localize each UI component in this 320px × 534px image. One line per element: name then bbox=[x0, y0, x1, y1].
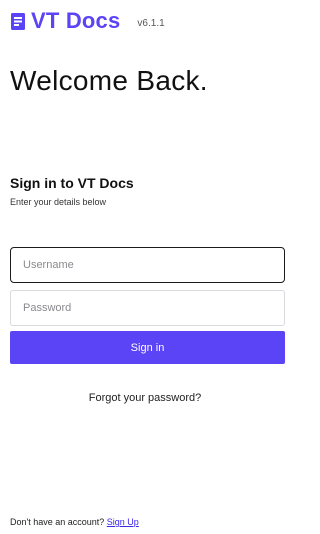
app-version: v6.1.1 bbox=[137, 17, 165, 29]
signin-subtitle: Enter your details below bbox=[10, 197, 107, 207]
signup-row: Don't have an account? Sign Up bbox=[10, 517, 139, 528]
signup-prompt: Don't have an account? bbox=[10, 517, 107, 527]
brand-header: VT Docs v6.1.1 bbox=[11, 9, 165, 33]
sign-in-button[interactable]: Sign in bbox=[10, 331, 285, 364]
document-icon bbox=[11, 12, 25, 30]
sign-up-link[interactable]: Sign Up bbox=[107, 517, 139, 527]
username-input[interactable] bbox=[10, 247, 285, 283]
welcome-heading: Welcome Back. bbox=[10, 65, 208, 96]
password-input[interactable] bbox=[10, 290, 285, 326]
signin-title: Sign in to VT Docs bbox=[10, 175, 134, 191]
forgot-password-link[interactable]: Forgot your password? bbox=[0, 392, 290, 405]
brand-name: VT Docs bbox=[31, 8, 121, 33]
